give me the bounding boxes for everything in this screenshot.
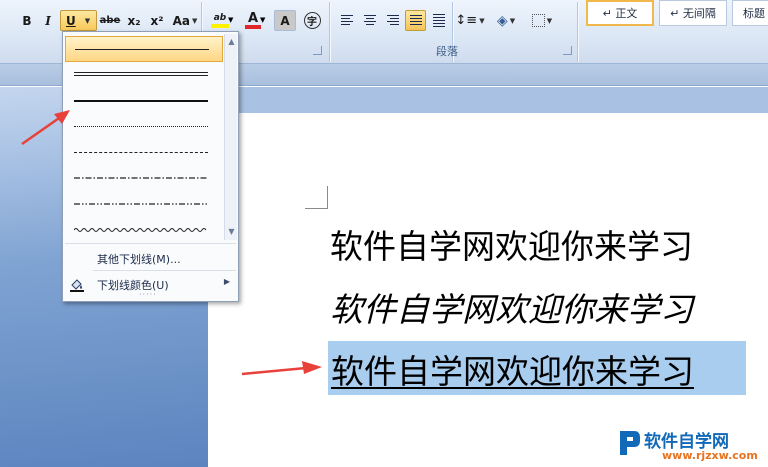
dash-dot-dot-line-icon	[74, 203, 208, 205]
shading-button[interactable]: ◈ ▼	[488, 10, 524, 31]
align-right-button[interactable]	[382, 10, 403, 31]
underline-style-thick[interactable]	[65, 88, 223, 114]
margin-corner-mark	[305, 186, 328, 209]
underline-style-list	[65, 34, 223, 240]
underline-dropdown-arrow-icon[interactable]: ▼	[85, 17, 90, 25]
line-spacing-icon: ↕≡	[455, 13, 478, 28]
change-case-button[interactable]: Aa ▼	[170, 10, 200, 31]
more-underlines-menu-item[interactable]: 其他下划线(M)...	[65, 247, 236, 269]
paragraph-group-label: 段落	[436, 45, 458, 58]
borders-button[interactable]: ▼	[526, 10, 558, 31]
resize-grip-icon[interactable]: ·····	[139, 290, 157, 299]
menu-divider	[65, 243, 236, 244]
subscript-button[interactable]: x₂	[123, 10, 145, 31]
group-divider	[577, 2, 578, 62]
submenu-arrow-icon: ▶	[223, 277, 230, 286]
document-background	[208, 87, 768, 113]
style-normal[interactable]: ↵ 正文	[586, 0, 654, 26]
dropdown-scrollbar[interactable]: ▲ ▼	[224, 34, 237, 240]
font-color-bar	[245, 25, 261, 29]
watermark-url: www.rjzxw.com	[662, 449, 758, 462]
dash-dot-line-icon	[74, 177, 208, 179]
align-center-button[interactable]	[359, 10, 380, 31]
underline-style-double[interactable]	[65, 62, 223, 88]
underline-style-dashed[interactable]	[65, 140, 223, 166]
underline-style-dash-dot-dot[interactable]	[65, 192, 223, 218]
style-heading[interactable]: 标题	[732, 0, 768, 26]
italic-button[interactable]: I	[38, 10, 58, 31]
underline-button[interactable]: U ▼	[60, 10, 97, 31]
character-shading-button[interactable]: A	[274, 10, 296, 31]
paint-bucket-icon: ◈	[496, 12, 508, 29]
document-line-underlined[interactable]: 软件自学网欢迎你来学习	[331, 345, 694, 393]
underline-style-dropdown: ▲ ▼ 其他下划线(M)... 下划线颜色(U) ▶ ·····	[62, 31, 239, 302]
site-logo-icon	[620, 431, 640, 455]
chevron-down-icon: ▼	[546, 16, 553, 25]
chevron-down-icon: ▼	[192, 16, 198, 25]
paint-bucket-icon	[70, 279, 84, 292]
justify-button[interactable]	[405, 10, 426, 31]
chevron-down-icon: ▼	[509, 16, 516, 25]
underline-style-dotted[interactable]	[65, 114, 223, 140]
document-line-italic[interactable]: 软件自学网欢迎你来学习	[330, 283, 693, 331]
underline-style-wave[interactable]	[65, 218, 223, 244]
scroll-down-icon[interactable]: ▼	[225, 226, 238, 238]
document-line-normal[interactable]: 软件自学网欢迎你来学习	[330, 220, 693, 268]
chevron-down-icon[interactable]: ▼	[260, 16, 265, 24]
bold-button[interactable]: B	[17, 10, 37, 31]
chevron-down-icon[interactable]: ▼	[228, 16, 233, 24]
annotation-arrow-icon	[241, 361, 322, 376]
align-left-button[interactable]	[336, 10, 357, 31]
menu-divider	[93, 270, 236, 271]
underline-style-single-thick[interactable]	[65, 36, 223, 62]
underline-style-dash-dot[interactable]	[65, 166, 223, 192]
style-no-spacing[interactable]: ↵ 无间隔	[659, 0, 727, 26]
superscript-button[interactable]: x²	[146, 10, 168, 31]
annotation-arrow-icon	[21, 110, 70, 146]
wave-line-icon	[74, 228, 207, 232]
enclose-characters-button[interactable]: 字	[300, 10, 324, 31]
line-spacing-button[interactable]: ↕≡ ▼	[455, 10, 485, 31]
chevron-down-icon: ▼	[479, 16, 485, 25]
distributed-button[interactable]	[428, 10, 449, 31]
paragraph-dialog-launcher-icon[interactable]	[563, 46, 572, 55]
strikethrough-button[interactable]: abe	[98, 10, 122, 31]
scroll-up-icon[interactable]: ▲	[225, 36, 238, 48]
site-watermark: 软件自学网 www.rjzxw.com	[618, 427, 768, 467]
border-grid-icon	[531, 14, 545, 27]
group-divider	[329, 2, 330, 62]
font-dialog-launcher-icon[interactable]	[313, 46, 322, 55]
highlight-color-bar	[211, 24, 229, 28]
